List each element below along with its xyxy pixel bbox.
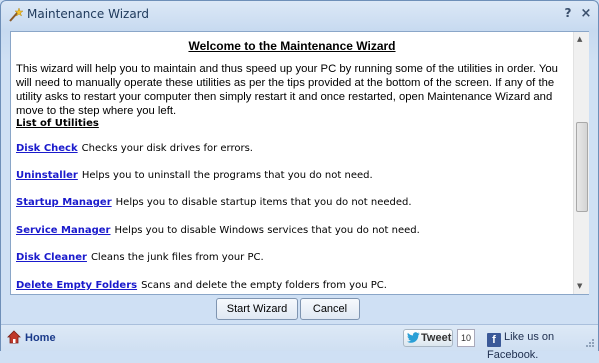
scroll-thumb[interactable]: [576, 122, 588, 212]
cancel-button[interactable]: Cancel: [300, 298, 360, 320]
page-title: Welcome to the Maintenance Wizard: [188, 39, 396, 53]
startup-manager-desc: Helps you to disable startup items that …: [115, 197, 412, 208]
wand-icon: [9, 7, 23, 22]
tweet-button[interactable]: Tweet: [403, 329, 453, 347]
scroll-down-arrow-icon[interactable]: ▼: [577, 282, 582, 290]
service-manager-desc: Helps you to disable Windows services th…: [114, 225, 420, 236]
disk-cleaner-link[interactable]: Disk Cleaner: [16, 252, 87, 263]
home-label: Home: [25, 332, 56, 344]
utility-item-disk-check: Disk Check Checks your disk drives for er…: [16, 143, 571, 154]
close-button[interactable]: ×: [579, 6, 593, 22]
scroll-up-arrow-icon[interactable]: ▲: [577, 35, 582, 43]
startup-manager-link[interactable]: Startup Manager: [16, 197, 112, 208]
status-bar: Home Tweet 10 f Like us on Facebook.: [1, 324, 598, 361]
utility-item-disk-cleaner: Disk Cleaner Cleans the junk files from y…: [16, 252, 571, 263]
uninstaller-desc: Helps you to uninstall the programs that…: [81, 170, 373, 181]
twitter-bird-icon: [407, 332, 420, 343]
utility-item-service-manager: Service Manager Helps you to disable Wind…: [16, 225, 571, 236]
uninstaller-link[interactable]: Uninstaller: [16, 170, 78, 181]
content-pane: Welcome to the Maintenance Wizard This w…: [10, 31, 589, 295]
intro-paragraph: This wizard will help you to maintain an…: [16, 63, 558, 117]
disk-cleaner-desc: Cleans the junk files from your PC.: [90, 252, 264, 263]
disk-check-desc: Checks your disk drives for errors.: [81, 143, 253, 154]
window-title: Maintenance Wizard: [27, 7, 150, 21]
utility-item-uninstaller: Uninstaller Helps you to uninstall the pr…: [16, 170, 571, 181]
list-title: List of Utilities: [16, 118, 99, 129]
title-bar: Maintenance Wizard ? ×: [1, 1, 598, 29]
tweet-count-badge: 10: [457, 329, 475, 347]
wizard-text-area: Welcome to the Maintenance Wizard This w…: [11, 32, 573, 294]
delete-empty-folders-link[interactable]: Delete Empty Folders: [16, 280, 137, 291]
disk-check-link[interactable]: Disk Check: [16, 143, 78, 154]
delete-empty-folders-desc: Scans and delete the empty folders from …: [141, 280, 387, 291]
resize-grip-icon[interactable]: [585, 338, 595, 348]
help-button[interactable]: ?: [561, 6, 575, 22]
home-icon: [7, 330, 21, 344]
tweet-label: Tweet: [421, 332, 452, 344]
home-link[interactable]: Home: [7, 330, 56, 346]
utility-item-delete-empty-folders: Delete Empty Folders Scans and delete the…: [16, 280, 571, 291]
vertical-scrollbar[interactable]: ▲ ▼: [573, 32, 589, 294]
facebook-icon: f: [487, 333, 501, 347]
maintenance-wizard-window: Maintenance Wizard ? × Welcome to the Ma…: [0, 0, 599, 361]
utility-item-startup-manager: Startup Manager Helps you to disable star…: [16, 197, 571, 208]
service-manager-link[interactable]: Service Manager: [16, 225, 111, 236]
facebook-like-link[interactable]: f Like us on Facebook.: [487, 329, 598, 361]
start-wizard-button[interactable]: Start Wizard: [216, 298, 298, 320]
